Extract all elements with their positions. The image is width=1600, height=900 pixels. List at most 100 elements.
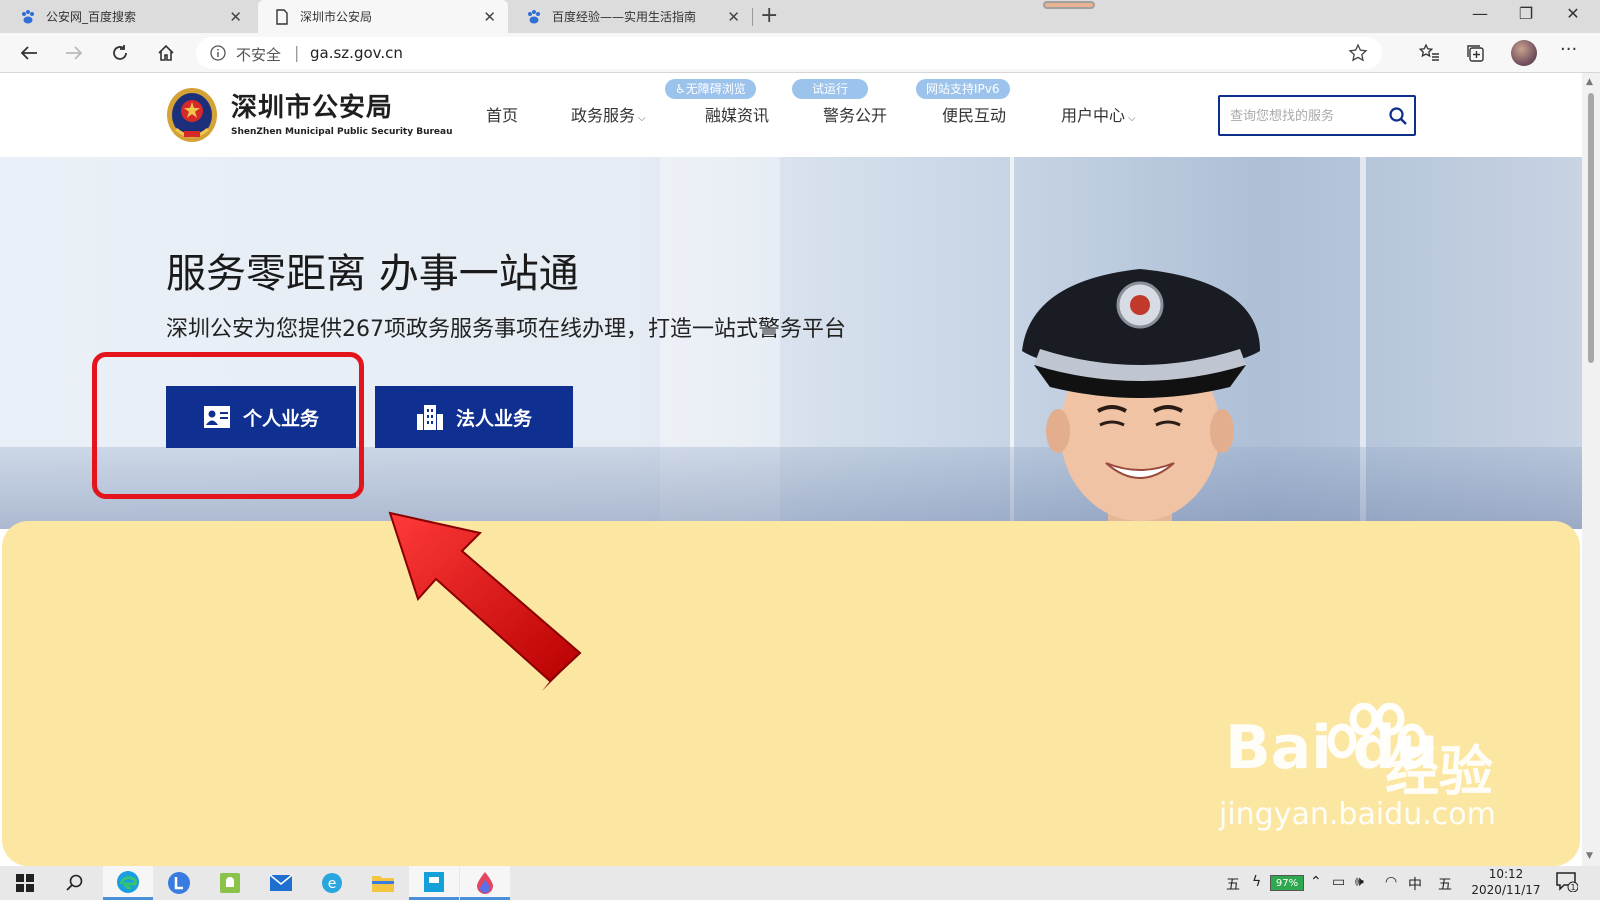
- forward-button[interactable]: [60, 39, 88, 67]
- police-officer-image: [1022, 269, 1260, 529]
- profile-avatar[interactable]: [1511, 40, 1537, 66]
- web-page: 深圳市公安局 ShenZhen Municipal Public Securit…: [0, 73, 1582, 866]
- page-scrollbar[interactable]: ▲ ▼: [1582, 73, 1600, 866]
- collections-icon[interactable]: [1465, 42, 1487, 68]
- nav-police-affairs[interactable]: 警务公开: [823, 102, 887, 126]
- police-emblem-logo[interactable]: [166, 85, 218, 143]
- power-icon[interactable]: ϟ: [1252, 874, 1261, 890]
- taskbar-ie[interactable]: e: [307, 866, 357, 900]
- nav-label: 融媒资讯: [705, 106, 770, 125]
- nav-label: 便民互动: [942, 106, 1007, 125]
- building-icon: [416, 404, 444, 430]
- network-icon[interactable]: ◠: [1385, 874, 1397, 890]
- close-tab-icon[interactable]: ✕: [727, 8, 740, 26]
- tab-baidu-search[interactable]: 公安网_百度搜索 ✕: [4, 0, 254, 33]
- favorite-star-icon[interactable]: [1348, 43, 1368, 67]
- more-options-icon[interactable]: ···: [1560, 39, 1577, 60]
- refresh-button[interactable]: [106, 39, 134, 67]
- nav-gov-services[interactable]: 政务服务 ⌵: [571, 102, 646, 126]
- nav-public-interaction[interactable]: 便民互动: [942, 102, 1006, 126]
- ime-language[interactable]: 中: [1408, 874, 1422, 894]
- corporate-business-button[interactable]: 法人业务: [375, 386, 573, 448]
- notification-count: 1: [1570, 883, 1575, 892]
- show-hidden-icons-chevron[interactable]: ⌃: [1310, 874, 1322, 890]
- nav-user-center[interactable]: 用户中心 ⌵: [1061, 102, 1136, 126]
- new-tab-button[interactable]: +: [760, 3, 778, 28]
- taskbar-search-button[interactable]: [50, 866, 100, 900]
- back-button[interactable]: [15, 39, 43, 67]
- scroll-thumb[interactable]: [1588, 93, 1594, 363]
- ipv6-pill: 网站支持IPv6: [916, 79, 1010, 99]
- taskbar-file-explorer[interactable]: [358, 866, 408, 900]
- baidu-paw-icon: [20, 9, 36, 25]
- site-name[interactable]: 深圳市公安局: [231, 87, 393, 124]
- edge-browser-icon: [117, 870, 139, 893]
- tab-title: 深圳市公安局: [300, 10, 373, 24]
- mail-icon: [269, 874, 293, 891]
- blue-app-icon: [424, 871, 444, 892]
- ime-mode[interactable]: 五: [1438, 874, 1452, 894]
- watermark-brand-cn: 经验: [1385, 740, 1493, 803]
- home-button[interactable]: [152, 39, 180, 67]
- nav-label: 首页: [486, 106, 519, 125]
- taskbar-app-l[interactable]: [154, 866, 204, 900]
- svg-text:e: e: [328, 876, 337, 892]
- volume-icon[interactable]: 🕪: [1355, 874, 1364, 890]
- hero-title: 服务零距离 办事一站通: [166, 251, 579, 297]
- nav-home[interactable]: 首页: [486, 102, 518, 126]
- battery-indicator[interactable]: 97%: [1270, 875, 1304, 891]
- close-tab-icon[interactable]: ✕: [229, 8, 242, 26]
- nav-label: 用户中心: [1061, 106, 1126, 125]
- site-search-box: [1218, 95, 1416, 136]
- tab-divider: [752, 8, 753, 26]
- tab-title: 百度经验——实用生活指南: [552, 10, 697, 24]
- site-info-icon[interactable]: [210, 45, 226, 65]
- minimize-button[interactable]: —: [1457, 4, 1503, 23]
- site-name-english: ShenZhen Municipal Public Security Burea…: [231, 127, 453, 137]
- window-drag-handle[interactable]: [1043, 1, 1095, 9]
- taskbar-edge[interactable]: [103, 866, 153, 900]
- green-app-icon: [220, 873, 240, 893]
- windows-logo-icon: [16, 874, 34, 892]
- restore-button[interactable]: ❐: [1503, 4, 1549, 23]
- url-divider: |: [294, 43, 300, 62]
- search-icon[interactable]: [1388, 106, 1408, 130]
- battery-icon[interactable]: ▭: [1332, 874, 1345, 890]
- url-field[interactable]: 不安全 | ga.sz.gov.cn: [196, 37, 1382, 69]
- scroll-down-arrow-icon[interactable]: ▼: [1586, 851, 1593, 861]
- system-clock[interactable]: 10:12 2020/11/17: [1468, 866, 1544, 898]
- taskbar-mail[interactable]: [256, 866, 306, 900]
- home-icon: [158, 44, 174, 61]
- favorites-list-icon[interactable]: [1418, 42, 1440, 68]
- address-bar-row: 不安全 | ga.sz.gov.cn ···: [0, 33, 1600, 73]
- tab-sz-police[interactable]: 深圳市公安局 ✕: [258, 0, 508, 33]
- ime-indicator[interactable]: 五: [1226, 874, 1240, 894]
- tab-baidu-jingyan[interactable]: 百度经验——实用生活指南 ✕: [510, 0, 752, 33]
- nav-media-news[interactable]: 融媒资讯: [705, 102, 769, 126]
- taskbar-blue-app[interactable]: [409, 866, 459, 900]
- back-arrow-icon: [20, 46, 37, 60]
- scroll-up-arrow-icon[interactable]: ▲: [1586, 77, 1593, 87]
- chevron-down-icon: ⌵: [1128, 113, 1136, 124]
- paint-drop-icon: [477, 871, 493, 894]
- taskbar-paint-app[interactable]: [460, 866, 510, 900]
- site-search-input[interactable]: [1230, 106, 1380, 126]
- clock-time: 10:12: [1488, 867, 1524, 881]
- baidu-paw-icon: [526, 9, 542, 25]
- search-icon: [66, 874, 83, 891]
- url-text: ga.sz.gov.cn: [310, 44, 403, 62]
- windows-taskbar: e 五 ϟ 97% ⌃ ▭ 🕪 ◠ 中 五 10:12 2020/11/17 1: [0, 866, 1600, 900]
- folder-icon: [372, 876, 394, 892]
- red-pointer-arrow: [388, 511, 582, 691]
- start-button[interactable]: [0, 866, 50, 900]
- forward-arrow-icon: [66, 46, 83, 60]
- taskbar-app-green[interactable]: [205, 866, 255, 900]
- accessible-browse-pill[interactable]: ♿无障碍浏览: [665, 79, 756, 99]
- security-label: 不安全: [236, 46, 282, 64]
- watermark-url: jingyan.baidu.com: [1219, 797, 1496, 832]
- corporate-business-label: 法人业务: [455, 407, 532, 430]
- close-tab-icon[interactable]: ✕: [483, 8, 496, 26]
- notification-center-icon[interactable]: 1: [1556, 872, 1579, 896]
- close-window-button[interactable]: ✕: [1550, 4, 1596, 23]
- refresh-icon: [113, 45, 127, 60]
